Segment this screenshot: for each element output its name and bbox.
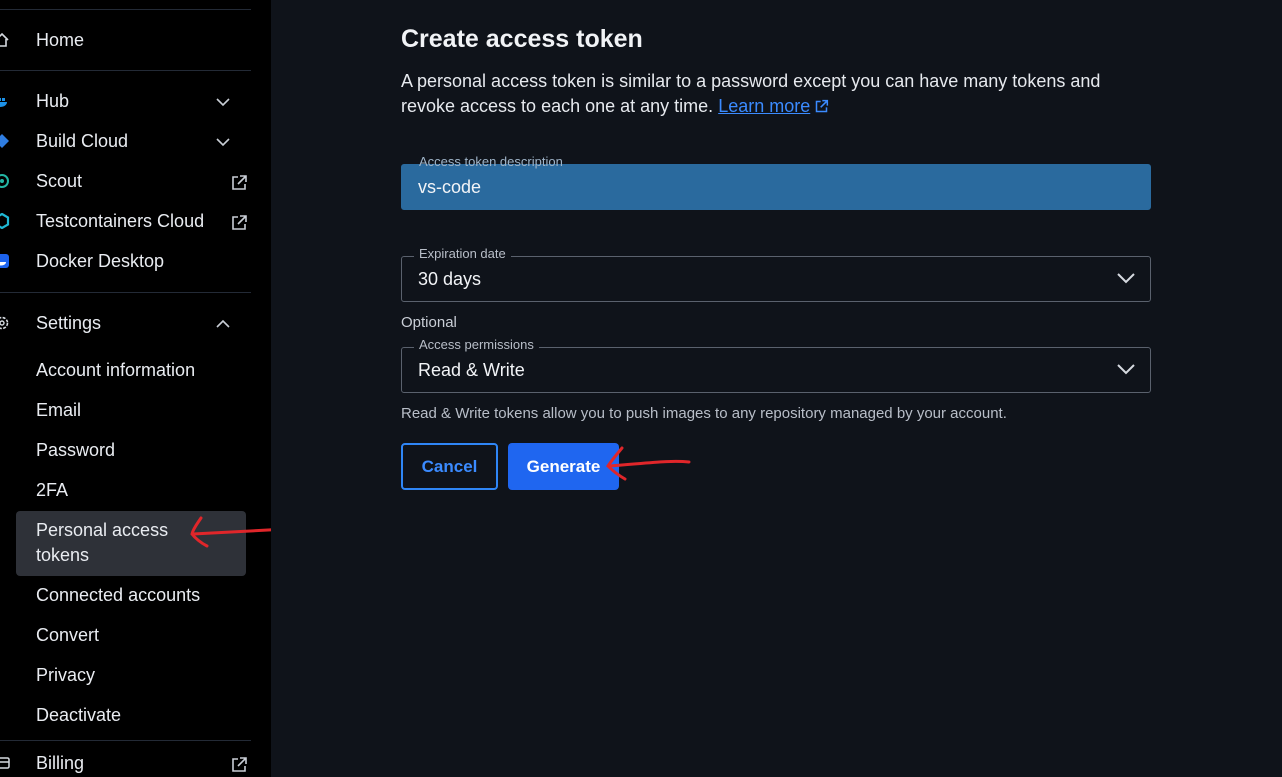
field-value: 30 days: [418, 269, 482, 289]
chevron-down-icon: [1116, 362, 1136, 376]
gear-icon: [0, 315, 10, 331]
external-link-icon: [230, 174, 248, 192]
billing-icon: [0, 755, 10, 771]
testcontainers-icon: [0, 212, 10, 230]
sidebar-item-label: Docker Desktop: [36, 251, 165, 271]
sidebar-subitem-personal-access-tokens[interactable]: Personal access tokens: [16, 511, 246, 576]
learn-more-link[interactable]: Learn more: [718, 96, 829, 116]
sidebar-item-label: Scout: [36, 171, 83, 191]
cancel-button[interactable]: Cancel: [401, 443, 498, 490]
sidebar-item-label: Testcontainers Cloud: [36, 211, 205, 231]
sidebar-subitem-2fa[interactable]: 2FA: [16, 472, 246, 508]
external-link-icon: [230, 756, 248, 774]
sidebar-subitem-label: Email: [36, 400, 82, 420]
sidebar-subitem-deactivate[interactable]: Deactivate: [16, 697, 246, 733]
sidebar-item-build-cloud[interactable]: Build Cloud: [0, 123, 251, 159]
sidebar-subitem-label: Connected accounts: [36, 585, 201, 605]
expiration-date-select[interactable]: Expiration date 30 days: [401, 246, 1151, 302]
external-link-icon: [230, 214, 248, 232]
field-label: Access permissions: [414, 337, 539, 352]
chevron-down-icon: [1116, 271, 1136, 285]
field-value: Read & Write: [418, 360, 525, 380]
page-title: Create access token: [401, 25, 643, 53]
optional-label: Optional: [401, 314, 457, 331]
sidebar-subitem-password[interactable]: Password: [16, 432, 246, 468]
home-icon: [0, 32, 10, 48]
sidebar-subitem-label: Convert: [36, 625, 100, 645]
scout-icon: [0, 173, 10, 189]
docker-desktop-icon: [0, 253, 10, 269]
sidebar-subitem-label: Deactivate: [36, 705, 122, 725]
chevron-up-icon: [215, 317, 231, 329]
sidebar: Home Hub Build Cloud Scout Testcontainer…: [0, 0, 289, 777]
sidebar-subitem-connected-accounts[interactable]: Connected accounts: [16, 577, 246, 613]
sidebar-subitem-label: 2FA: [36, 480, 69, 500]
sidebar-item-label: Billing: [36, 753, 85, 773]
sidebar-item-testcontainers-cloud[interactable]: Testcontainers Cloud: [0, 203, 251, 239]
sidebar-subitem-label: Personal access tokens: [36, 520, 169, 565]
sidebar-subitem-privacy[interactable]: Privacy: [16, 657, 246, 693]
sidebar-divider: [0, 9, 251, 10]
sidebar-subitem-label: Account information: [36, 360, 196, 380]
sidebar-item-hub[interactable]: Hub: [0, 83, 251, 119]
main-content: Create access token A personal access to…: [271, 0, 1282, 777]
generate-button[interactable]: Generate: [508, 443, 619, 490]
field-label: Expiration date: [414, 246, 511, 261]
permissions-help-text: Read & Write tokens allow you to push im…: [401, 405, 1007, 422]
sidebar-item-settings[interactable]: Settings: [0, 305, 251, 341]
sidebar-item-label: Settings: [36, 313, 102, 333]
sidebar-item-docker-desktop[interactable]: Docker Desktop: [0, 243, 251, 279]
sidebar-item-label: Hub: [36, 91, 70, 111]
app-window: Home Hub Build Cloud Scout Testcontainer…: [0, 0, 1282, 777]
intro-text: A personal access token is similar to a …: [401, 69, 1141, 119]
external-link-icon: [814, 96, 829, 113]
sidebar-item-label: Home: [36, 30, 85, 50]
docker-whale-icon: [0, 93, 10, 109]
access-permissions-select[interactable]: Access permissions Read & Write: [401, 337, 1151, 393]
sidebar-subitem-convert[interactable]: Convert: [16, 617, 246, 653]
sidebar-divider: [0, 292, 251, 293]
sidebar-divider: [0, 70, 251, 71]
sidebar-item-scout[interactable]: Scout: [0, 163, 251, 199]
learn-more-label: Learn more: [718, 96, 811, 116]
access-token-description-field[interactable]: Access token description vs-code: [401, 154, 1151, 210]
chevron-down-icon: [215, 135, 231, 147]
sidebar-item-billing[interactable]: Billing: [0, 745, 251, 777]
build-cloud-icon: [0, 133, 10, 149]
sidebar-subitem-label: Password: [36, 440, 116, 460]
chevron-down-icon: [215, 95, 231, 107]
sidebar-subitem-account-information[interactable]: Account information: [16, 352, 246, 388]
sidebar-item-label: Build Cloud: [36, 131, 129, 151]
field-value: vs-code: [418, 177, 482, 197]
sidebar-subitem-label: Privacy: [36, 665, 96, 685]
sidebar-divider: [0, 740, 251, 741]
sidebar-subitem-email[interactable]: Email: [16, 392, 246, 428]
field-label: Access token description: [419, 154, 563, 169]
sidebar-item-home[interactable]: Home: [0, 22, 251, 58]
